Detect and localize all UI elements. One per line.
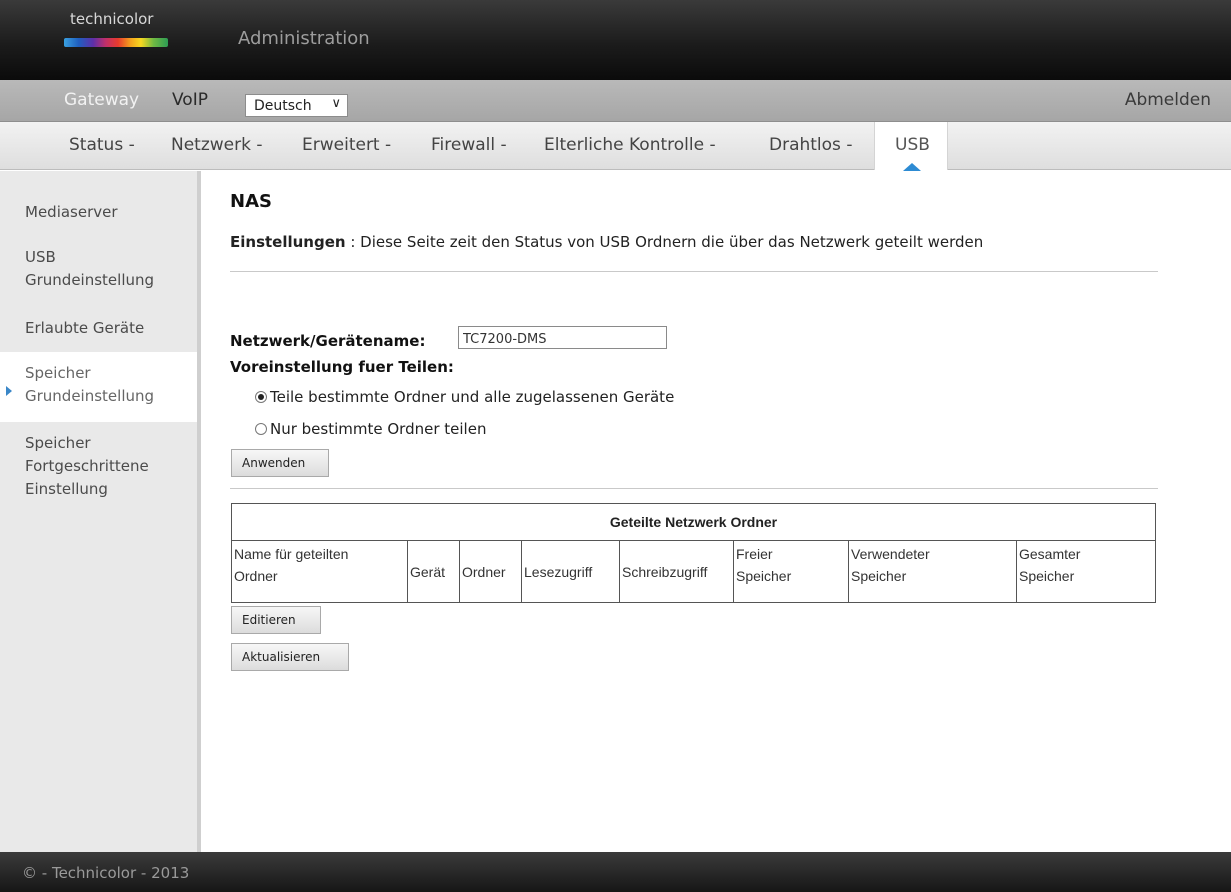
sidebar-item-label: Speicher xyxy=(25,364,91,382)
chevron-down-icon: ∨ xyxy=(331,96,341,111)
radio-share-all-devices[interactable]: Teile bestimmte Ordner und alle zugelass… xyxy=(255,388,674,406)
tab-elterliche-kontrolle[interactable]: Elterliche Kontrolle - xyxy=(544,135,716,155)
settings-label: Einstellungen xyxy=(230,233,346,251)
tab-netzwerk[interactable]: Netzwerk - xyxy=(171,135,263,155)
column-header-free-space: Freier Speicher xyxy=(733,540,849,603)
radio-checked-icon xyxy=(255,391,267,403)
page-title: NAS xyxy=(230,191,272,212)
secondary-nav: Status - Netzwerk - Erweitert - Firewall… xyxy=(0,122,1231,171)
sidebar-item-label: Grundeinstellung xyxy=(25,271,155,289)
column-header-folder: Ordner xyxy=(459,540,522,603)
tab-drahtlos[interactable]: Drahtlos - xyxy=(769,135,852,155)
technicolor-logo: technicolor xyxy=(62,10,174,58)
divider xyxy=(230,271,1158,272)
netname-label: Netzwerk/Gerätename: xyxy=(230,332,426,350)
shared-folders-table: Geteilte Netzwerk Ordner Name für geteil… xyxy=(231,503,1156,603)
sidebar-item-mediaserver[interactable]: Mediaserver xyxy=(0,201,197,224)
radio-label: Teile bestimmte Ordner und alle zugelass… xyxy=(270,388,675,406)
sidebar-item-label: Speicher xyxy=(25,434,91,452)
sidebar-item-label: Mediaserver xyxy=(25,203,118,221)
sidebar-item-label: USB xyxy=(25,248,56,266)
tab-firewall[interactable]: Firewall - xyxy=(431,135,507,155)
apply-button[interactable]: Anwenden xyxy=(231,449,329,477)
refresh-button[interactable]: Aktualisieren xyxy=(231,643,349,671)
settings-text: : Diese Seite zeit den Status von USB Or… xyxy=(345,233,984,251)
nav-gateway[interactable]: Gateway xyxy=(64,90,139,110)
top-header: technicolor Administration xyxy=(0,0,1231,80)
column-header-used-space: Verwendeter Speicher xyxy=(848,540,1017,603)
column-header-device: Gerät xyxy=(407,540,460,603)
column-header-write-access: Schreibzugriff xyxy=(619,540,734,603)
sidebar-item-label: Fortgeschrittene xyxy=(25,457,149,475)
column-header-total-space: Gesamter Speicher xyxy=(1016,540,1156,603)
settings-description: Einstellungen : Diese Seite zeit den Sta… xyxy=(230,233,983,251)
sidebar-item-speicher-grundeinstellung[interactable]: Speicher Grundeinstellung xyxy=(0,352,197,422)
radio-share-specific-folders[interactable]: Nur bestimmte Ordner teilen xyxy=(255,420,486,438)
edit-button[interactable]: Editieren xyxy=(231,606,321,634)
logo-text: technicolor xyxy=(70,10,154,28)
language-selected-value: Deutsch xyxy=(254,98,312,114)
column-header-name: Name für geteilten Ordner xyxy=(231,540,408,603)
copyright-text: © - Technicolor - 2013 xyxy=(22,864,190,882)
netname-input[interactable] xyxy=(458,326,667,349)
sidebar: Mediaserver USB Grundeinstellung Erlaubt… xyxy=(0,171,201,852)
tab-status[interactable]: Status - xyxy=(69,135,135,155)
footer: © - Technicolor - 2013 xyxy=(0,852,1231,892)
primary-nav: Gateway VoIP Deutsch ∨ Abmelden xyxy=(0,80,1231,122)
table-header-row: Name für geteilten Ordner Gerät Ordner Le… xyxy=(231,540,1156,603)
radio-unchecked-icon xyxy=(255,423,267,435)
radio-label: Nur bestimmte Ordner teilen xyxy=(270,420,487,438)
main-content: NAS Einstellungen : Diese Seite zeit den… xyxy=(205,171,1231,852)
nav-voip[interactable]: VoIP xyxy=(172,90,208,110)
logout-link[interactable]: Abmelden xyxy=(1125,90,1211,110)
divider xyxy=(230,488,1158,489)
column-header-read-access: Lesezugriff xyxy=(521,540,620,603)
tab-usb[interactable]: USB xyxy=(874,122,948,171)
tab-erweitert[interactable]: Erweitert - xyxy=(302,135,391,155)
logo-color-bar xyxy=(64,38,168,47)
tab-usb-label: USB xyxy=(895,135,930,155)
share-default-label: Voreinstellung fuer Teilen: xyxy=(230,358,454,376)
sidebar-item-erlaubte-geraete[interactable]: Erlaubte Geräte xyxy=(0,317,197,340)
sidebar-item-usb-grundeinstellung[interactable]: USB Grundeinstellung xyxy=(0,246,197,292)
table-caption: Geteilte Netzwerk Ordner xyxy=(231,503,1156,541)
sidebar-item-label: Erlaubte Geräte xyxy=(25,319,145,337)
sidebar-item-label: Einstellung xyxy=(25,480,108,498)
language-select[interactable]: Deutsch ∨ xyxy=(245,94,348,117)
sidebar-item-speicher-fortgeschrittene[interactable]: Speicher Fortgeschrittene Einstellung xyxy=(0,432,197,501)
active-tab-caret-icon xyxy=(903,163,921,171)
page-section-title: Administration xyxy=(238,28,370,49)
sidebar-item-label: Grundeinstellung xyxy=(25,387,155,405)
active-item-arrow-icon xyxy=(6,386,12,396)
